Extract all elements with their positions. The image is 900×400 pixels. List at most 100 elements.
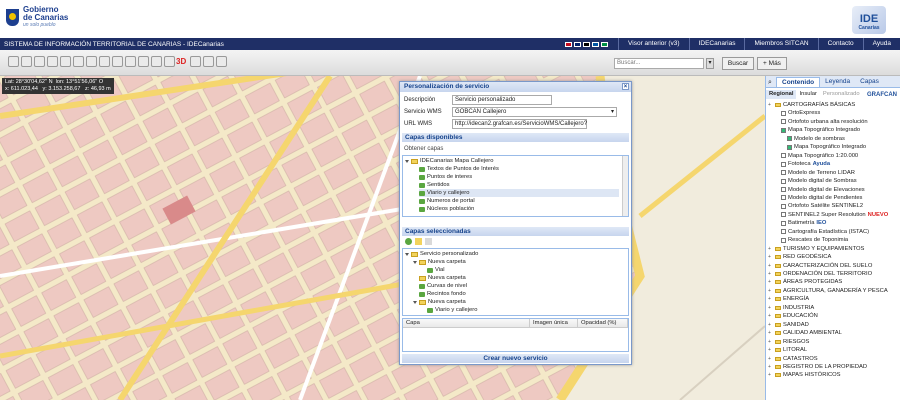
content-layer[interactable]: Rescates de Toponimia xyxy=(766,236,900,244)
flag-es-icon[interactable] xyxy=(565,41,573,47)
next-view-icon[interactable] xyxy=(73,56,84,67)
layer-checkbox[interactable] xyxy=(781,220,786,226)
expand-icon[interactable]: + xyxy=(768,363,773,371)
tree-node[interactable]: Numeros de portal xyxy=(419,197,475,205)
link-icon[interactable] xyxy=(190,56,201,67)
flag-en-icon[interactable] xyxy=(574,41,582,47)
flag-fr-icon[interactable] xyxy=(592,41,600,47)
tree-node[interactable]: Vial xyxy=(427,266,445,274)
measure-area-icon[interactable] xyxy=(112,56,123,67)
content-folder[interactable]: + CALIDAD AMBIENTAL xyxy=(766,329,900,337)
wms-url-field[interactable]: http://idecan2.grafcan.es/ServicioWMS/Ca… xyxy=(452,119,587,129)
obtain-layers-button[interactable]: Obtener capas xyxy=(404,144,443,154)
content-folder[interactable]: + TURISMO Y EQUIPAMIENTOS xyxy=(766,245,900,253)
layer-checkbox[interactable] xyxy=(781,212,786,218)
content-layer[interactable]: Fototeca Ayuda xyxy=(766,160,900,168)
content-folder[interactable]: + EDUCACIÓN xyxy=(766,312,900,320)
content-layer[interactable]: SENTINEL2 Super Resolution NUEVO xyxy=(766,211,900,219)
tree-scrollbar[interactable] xyxy=(622,156,628,216)
tree-node[interactable]: Textos de Puntos de Interés xyxy=(419,165,499,173)
expand-icon[interactable]: + xyxy=(768,287,773,295)
content-layer[interactable]: Mapa Topográfico 1:20.000 xyxy=(766,152,900,160)
pan-icon[interactable] xyxy=(34,56,45,67)
layer-checkbox[interactable] xyxy=(781,237,786,243)
extent-icon[interactable] xyxy=(47,56,58,67)
flag-de-icon[interactable] xyxy=(583,41,591,47)
content-layer[interactable]: Modelo de sombras xyxy=(766,135,900,143)
content-folder[interactable]: + INDUSTRIA xyxy=(766,304,900,312)
col-opacidad[interactable]: Opacidad (%) xyxy=(578,319,628,328)
flag-it-icon[interactable] xyxy=(601,41,609,47)
download-icon[interactable] xyxy=(151,56,162,67)
content-folder[interactable]: + CARACTERIZACIÓN DEL SUELO xyxy=(766,262,900,270)
content-item-badge[interactable]: IEO xyxy=(816,219,826,227)
expand-icon[interactable] xyxy=(405,159,409,163)
dialog-titlebar[interactable]: Personalización de servicio × xyxy=(400,82,631,92)
tree-node[interactable]: Servicio personalizado xyxy=(405,250,478,258)
content-layer[interactable]: OrtoExpress xyxy=(766,109,900,117)
layer-checkbox[interactable] xyxy=(787,136,792,142)
layer-checkbox[interactable] xyxy=(781,203,786,209)
expand-icon[interactable]: + xyxy=(768,262,773,270)
layer-checkbox[interactable] xyxy=(781,161,786,167)
search-button[interactable]: Buscar xyxy=(722,57,754,70)
layer-checkbox[interactable] xyxy=(781,110,786,116)
search-dropdown-icon[interactable]: ▾ xyxy=(706,58,714,69)
expand-icon[interactable]: + xyxy=(768,245,773,253)
expand-icon[interactable] xyxy=(405,252,409,256)
content-folder[interactable]: + CATASTROS xyxy=(766,355,900,363)
expand-icon[interactable] xyxy=(413,260,417,264)
ide-canarias-logo[interactable]: IDE Canarias xyxy=(852,6,886,34)
nav-visor-anterior[interactable]: Visor anterior (v3) xyxy=(618,38,689,50)
content-layer[interactable]: Ortofoto Satélite SENTINEL2 xyxy=(766,202,900,210)
content-layer[interactable]: Batimetría IEO xyxy=(766,219,900,227)
draw-icon[interactable] xyxy=(125,56,136,67)
measure-distance-icon[interactable] xyxy=(99,56,110,67)
search-input[interactable]: Buscar... xyxy=(614,58,704,69)
col-capa[interactable]: Capa xyxy=(403,319,530,328)
nav-contacto[interactable]: Contacto xyxy=(817,38,863,50)
expand-icon[interactable]: + xyxy=(768,346,773,354)
tab-leyenda[interactable]: Leyenda xyxy=(820,77,855,87)
tree-node[interactable]: Viario y callejero xyxy=(419,189,619,197)
expand-icon[interactable]: + xyxy=(768,355,773,363)
content-folder[interactable]: + ORDENACIÓN DEL TERRITORIO xyxy=(766,270,900,278)
layer-checkbox[interactable] xyxy=(781,119,786,125)
nav-miembros[interactable]: Miembros SITCAN xyxy=(744,38,817,50)
map-canvas[interactable]: Lat: 28°30'04,62'' N lon: 13°51'56,06'' … xyxy=(0,76,765,400)
tree-node[interactable]: Nueva carpeta xyxy=(413,298,466,306)
content-folder[interactable]: + ENERGÍA xyxy=(766,295,900,303)
expand-icon[interactable]: + xyxy=(768,321,773,329)
view-3d-button[interactable]: 3D xyxy=(176,57,186,66)
content-folder[interactable]: + REGISTRO DE LA PROPIEDAD xyxy=(766,363,900,371)
tree-node[interactable]: Recintos fondo xyxy=(419,290,466,298)
description-field[interactable]: Servicio personalizado xyxy=(452,95,552,105)
tree-node[interactable]: Nueva carpeta xyxy=(419,274,466,282)
nav-ayuda[interactable]: Ayuda xyxy=(862,38,900,50)
content-folder[interactable]: + LITORAL xyxy=(766,346,900,354)
layer-checkbox[interactable] xyxy=(781,178,786,184)
zoom-in-icon[interactable] xyxy=(8,56,19,67)
content-folder[interactable]: + RED GEODÉSICA xyxy=(766,253,900,261)
content-layer[interactable]: Ortofoto urbana alta resolución xyxy=(766,118,900,126)
search-icon[interactable]: ⌕ xyxy=(766,79,776,87)
layer-checkbox[interactable] xyxy=(781,229,786,235)
subtab-regional[interactable]: Regional xyxy=(766,90,797,99)
expand-icon[interactable]: + xyxy=(768,278,773,286)
chevron-down-icon[interactable]: ▾ xyxy=(611,108,614,116)
content-folder[interactable]: + SANIDAD xyxy=(766,321,900,329)
location-icon[interactable] xyxy=(164,56,175,67)
tree-node[interactable]: Sentidos xyxy=(419,181,450,189)
subtab-personalizado[interactable]: Personalizado xyxy=(820,90,863,99)
available-layers-header[interactable]: Capas disponibles xyxy=(402,133,629,142)
layer-checkbox[interactable] xyxy=(781,127,786,133)
content-layer[interactable]: Modelo digital de Pendientes xyxy=(766,194,900,202)
expand-icon[interactable]: + xyxy=(768,295,773,303)
expand-icon[interactable]: + xyxy=(768,338,773,346)
layer-checkbox[interactable] xyxy=(781,187,786,192)
content-layer[interactable]: Cartografía Estadística (ISTAC) xyxy=(766,228,900,236)
content-folder[interactable]: + CARTOGRAFÍAS BÁSICAS xyxy=(766,101,900,109)
wms-service-select[interactable]: GOBCAN Callejero ▾ xyxy=(452,107,617,117)
layer-checkbox[interactable] xyxy=(781,195,786,201)
content-folder[interactable]: + AGRICULTURA, GANADERÍA Y PESCA xyxy=(766,287,900,295)
